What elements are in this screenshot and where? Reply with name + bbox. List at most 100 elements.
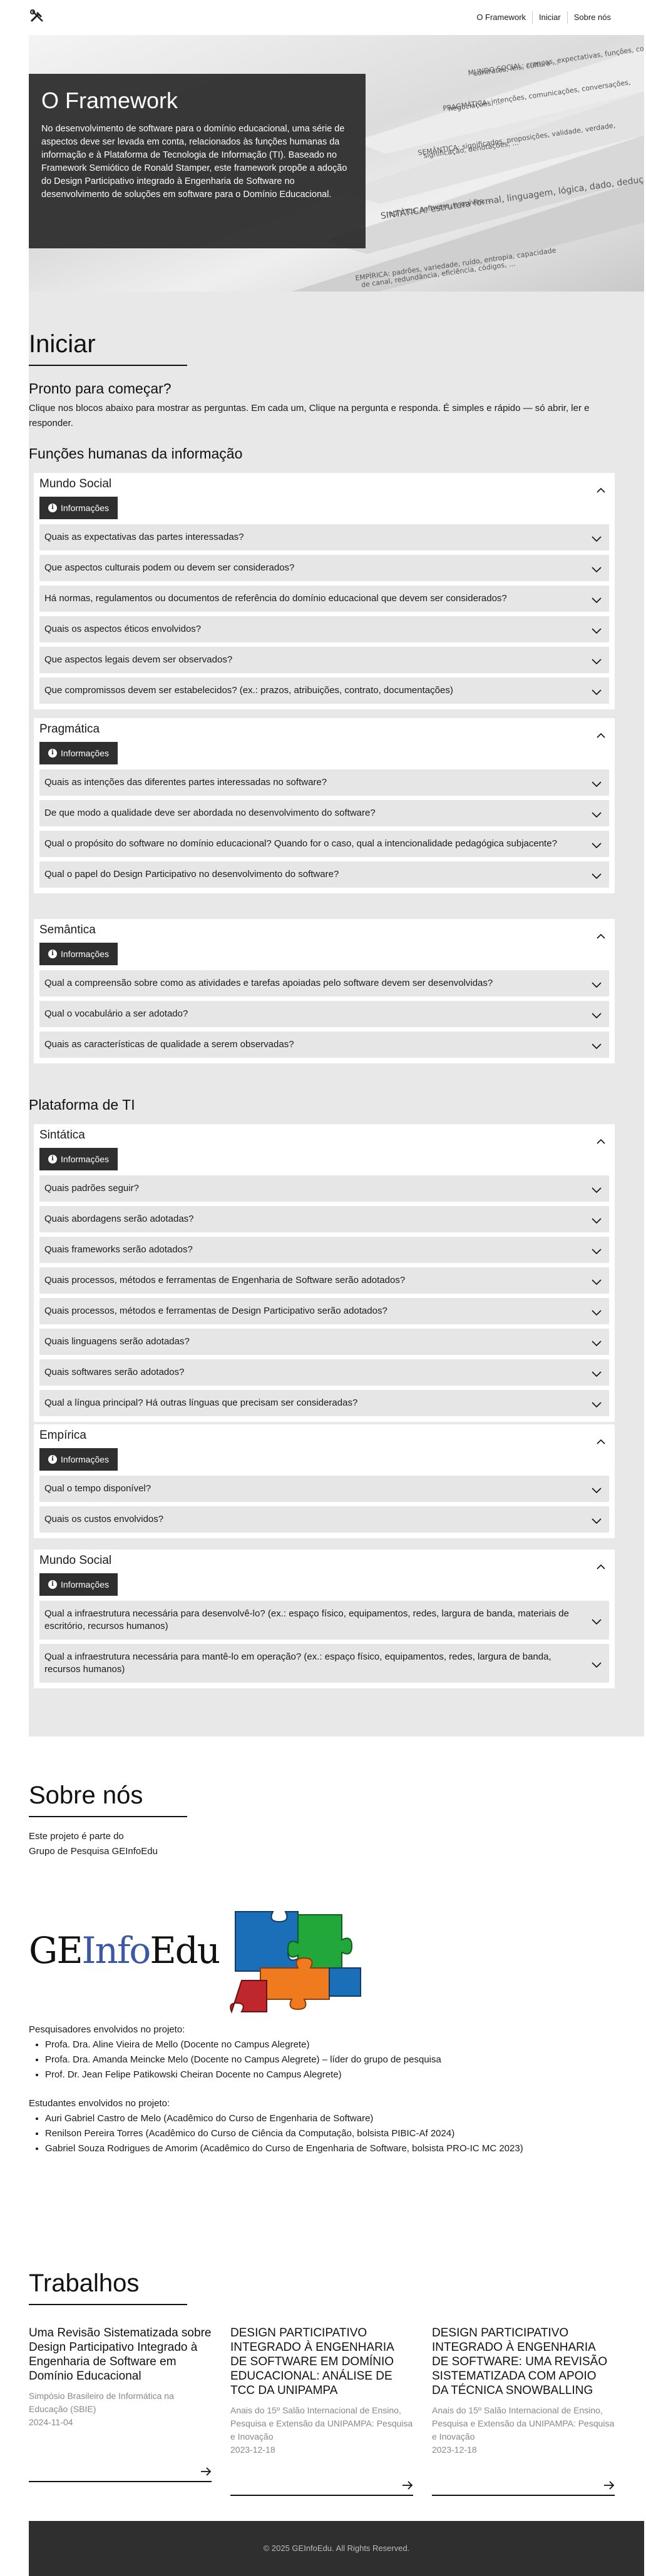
accordion-card: Sintática i Informações Quais padrões segui… [34,1124,615,1422]
work-venue: Anais do 15º Salão Internacional de Ensi… [432,2405,615,2442]
question-text: Quais as expectativas das partes interes… [44,532,244,542]
question-item[interactable]: Quais linguagens serão adotadas? [39,1329,609,1355]
question-item[interactable]: Há normas, regulamentos ou documentos de… [39,586,609,612]
start-subtitle: Pronto para começar? [29,380,172,397]
question-text: Quais padrões seguir? [44,1183,139,1194]
accordion-title: Sintática [39,1128,85,1142]
info-button[interactable]: i Informações [39,497,118,519]
chevron-down-icon [592,980,602,988]
work-title[interactable]: DESIGN PARTICIPATIVO INTEGRADO À ENGENHA… [432,2326,615,2398]
chevron-up-icon [597,1557,605,1569]
question-text: Qual a infraestrutura necessária para de… [44,1608,569,1631]
question-item[interactable]: Quais processos, métodos e ferramentas d… [39,1267,609,1294]
question-text: Quais processos, métodos e ferramentas d… [44,1306,387,1316]
nav-link-framework[interactable]: O Framework [470,11,532,24]
question-text: Quais os aspectos éticos envolvidos? [44,624,202,634]
nav-link-iniciar[interactable]: Iniciar [532,11,567,24]
info-icon: i [48,950,57,958]
chevron-down-icon [592,1399,602,1408]
work-card[interactable]: DESIGN PARTICIPATIVO INTEGRADO À ENGENHA… [432,2326,615,2496]
question-text: Quais linguagens serão adotadas? [44,1336,190,1347]
question-item[interactable]: Qual a infraestrutura necessária para ma… [39,1644,609,1683]
chevron-down-icon [592,1277,602,1285]
chevron-up-icon [597,726,605,738]
question-item[interactable]: De que modo a qualidade deve ser abordad… [39,800,609,826]
info-icon: i [48,504,57,512]
work-title[interactable]: DESIGN PARTICIPATIVO INTEGRADO À ENGENHA… [230,2326,413,2398]
chevron-up-icon [597,1132,605,1144]
question-item[interactable]: Que aspectos legais devem ser observados… [39,647,609,673]
accordion-header[interactable]: Mundo Social [39,473,609,495]
section-title: Trabalhos [29,2269,140,2297]
chevron-down-icon [592,1185,602,1194]
question-item[interactable]: Quais padrões seguir? [39,1175,609,1202]
question-item[interactable]: Qual a compreensão sobre como as ativida… [39,970,609,996]
question-item[interactable]: Qual o vocabulário a ser adotado? [39,1001,609,1027]
question-item[interactable]: Qual o tempo disponível? [39,1476,609,1502]
accordion-header[interactable]: Empírica [39,1424,609,1447]
nav-link-sobre[interactable]: Sobre nós [567,11,617,24]
accordion-header[interactable]: Pragmática [39,718,609,741]
question-item[interactable]: Quais os aspectos éticos envolvidos? [39,616,609,642]
info-button-label: Informações [61,748,110,758]
question-item[interactable]: Que aspectos culturais podem ou devem se… [39,555,609,581]
accordion-title: Semântica [39,923,96,936]
question-item[interactable]: Quais abordagens serão adotadas? [39,1206,609,1232]
question-item[interactable]: Que compromissos devem ser estabelecidos… [39,677,609,704]
work-title[interactable]: Uma Revisão Sistematizada sobre Design P… [29,2326,212,2383]
chevron-down-icon [592,1246,602,1255]
work-card[interactable]: DESIGN PARTICIPATIVO INTEGRADO À ENGENHA… [230,2326,413,2496]
info-button[interactable]: i Informações [39,742,118,764]
work-underline [230,2495,413,2496]
question-item[interactable]: Quais as expectativas das partes interes… [39,524,609,550]
chevron-down-icon [592,1307,602,1316]
arrow-right-icon[interactable] [200,2467,212,2476]
question-item[interactable]: Quais frameworks serão adotados? [39,1237,609,1263]
question-text: Qual a língua principal? Há outras língu… [44,1397,358,1408]
question-item[interactable]: Qual a língua principal? Há outras língu… [39,1390,609,1416]
question-text: Que aspectos legais devem ser observados… [44,654,233,665]
work-card[interactable]: Uma Revisão Sistematizada sobre Design P… [29,2326,212,2488]
question-item[interactable]: Qual o papel do Design Participativo no … [39,861,609,888]
chevron-down-icon [592,1215,602,1224]
info-button[interactable]: i Informações [39,1148,118,1170]
hero-description: No desenvolvimento de software para o do… [41,124,347,200]
chevron-down-icon [592,626,602,634]
question-text: Qual o vocabulário a ser adotado? [44,1008,188,1019]
question-item[interactable]: Quais as características de qualidade a … [39,1032,609,1058]
about-intro-1: Este projeto é parte do [29,1831,124,1842]
question-item[interactable]: Quais as intenções das diferentes partes… [39,769,609,796]
arrow-right-icon[interactable] [402,2481,413,2490]
info-button-label: Informações [61,1454,110,1464]
info-button[interactable]: i Informações [39,1448,118,1471]
info-button-label: Informações [61,1580,110,1590]
tools-logo-icon[interactable] [29,9,45,25]
work-date: 2023-12-18 [230,2445,275,2455]
info-button[interactable]: i Informações [39,943,118,965]
about-intro-2: Grupo de Pesquisa GEInfoEdu [29,1846,158,1857]
question-item[interactable]: Qual a infraestrutura necessária para de… [39,1601,609,1640]
accordion-header[interactable]: Semântica [39,919,609,941]
question-item[interactable]: Qual o propósito do software no domínio … [39,831,609,857]
researcher-item: Profa. Dra. Amanda Meincke Melo (Docente… [45,2052,441,2067]
question-item[interactable]: Quais processos, métodos e ferramentas d… [39,1298,609,1324]
accordion-header[interactable]: Sintática [39,1124,609,1147]
logo-wordmark: GEInfoEdu [29,1929,220,1972]
chevron-down-icon [592,656,602,665]
question-text: Qual a compreensão sobre como as ativida… [44,978,493,988]
researchers-title: Pesquisadores envolvidos no projeto: [29,2024,185,2035]
hero-title: O Framework [41,88,178,113]
title-underline [29,2304,187,2305]
question-item[interactable]: Quais softwares serão adotados? [39,1359,609,1386]
section-title: Iniciar [29,330,96,358]
work-date: 2023-12-18 [432,2445,477,2455]
arrow-right-icon[interactable] [603,2481,615,2490]
students-list: Auri Gabriel Castro de Melo (Acadêmico d… [45,2111,523,2156]
info-button[interactable]: i Informações [39,1573,118,1596]
question-item[interactable]: Quais os custos envolvidos? [39,1506,609,1533]
chevron-down-icon [592,687,602,696]
accordion-header[interactable]: Mundo Social [39,1549,609,1572]
question-text: Que aspectos culturais podem ou devem se… [44,562,295,573]
accordion-title: Empírica [39,1429,86,1442]
accordion-title: Mundo Social [39,1554,112,1567]
